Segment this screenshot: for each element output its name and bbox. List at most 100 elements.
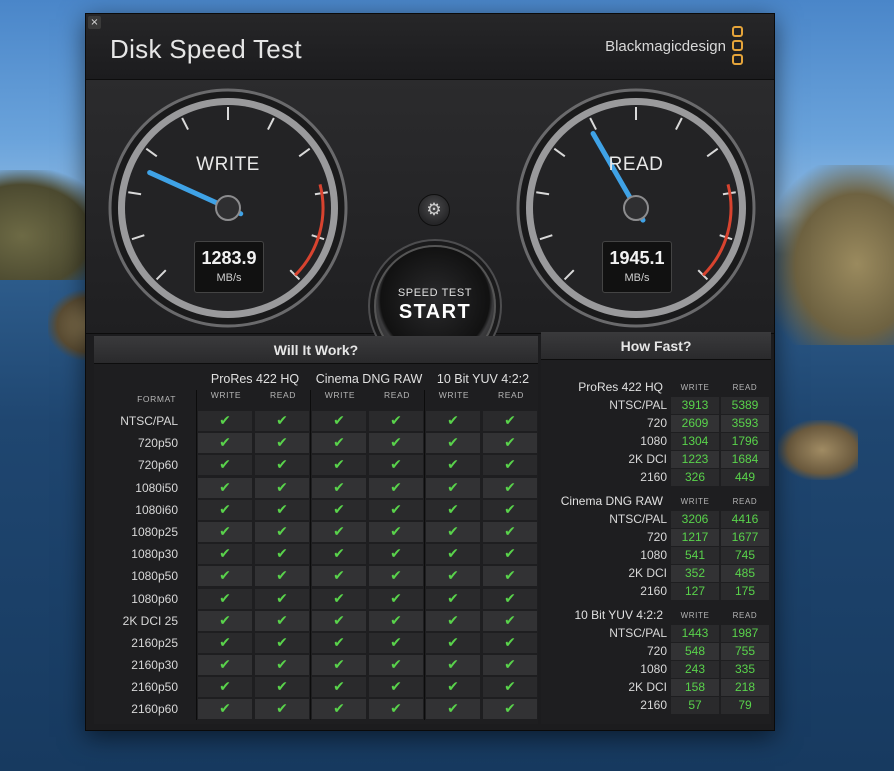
format-label: NTSC/PAL xyxy=(609,626,667,640)
check-icon: ✔ xyxy=(198,477,252,498)
check-icon: ✔ xyxy=(255,610,309,631)
check-icon: ✔ xyxy=(312,433,366,454)
write-fps-value: 158 xyxy=(671,679,719,696)
check-icon: ✔ xyxy=(198,433,252,454)
start-button-label: START xyxy=(398,301,472,323)
group-subheader-write: WRITE xyxy=(210,390,242,400)
how-fast-block-title: ProRes 422 HQ xyxy=(578,380,663,394)
format-label: 1080 xyxy=(640,662,667,676)
check-icon: ✔ xyxy=(426,677,480,698)
check-icon: ✔ xyxy=(312,411,366,431)
check-icon: ✔ xyxy=(312,499,366,520)
settings-button[interactable]: ⚙ xyxy=(418,194,450,226)
close-button[interactable]: × xyxy=(88,16,101,29)
check-icon: ✔ xyxy=(255,433,309,454)
write-gauge: WRITE 1283.9 MB/s xyxy=(108,88,348,328)
check-icon: ✔ xyxy=(255,455,309,476)
check-icon: ✔ xyxy=(255,544,309,565)
how-fast-block-title: 10 Bit YUV 4:2:2 xyxy=(574,608,664,622)
check-icon: ✔ xyxy=(255,655,309,676)
how-fast-col-header-write: WRITE xyxy=(680,611,710,620)
group-header-1: Cinema DNG RAW xyxy=(315,372,423,386)
format-label: NTSC/PAL xyxy=(609,398,667,412)
check-icon: ✔ xyxy=(426,566,480,587)
check-icon: ✔ xyxy=(255,677,309,698)
format-label: 2160 xyxy=(640,698,667,712)
check-icon: ✔ xyxy=(312,655,366,676)
table-row: 1080p60 ✔ ✔ ✔ ✔ ✔ ✔ xyxy=(94,588,538,610)
write-fps-value: 57 xyxy=(671,697,719,714)
check-icon: ✔ xyxy=(426,544,480,565)
will-it-work-panel: Will It Work? ProRes 422 HQ Cinema DNG RA… xyxy=(94,336,538,724)
check-icon: ✔ xyxy=(426,477,480,498)
check-icon: ✔ xyxy=(369,632,423,653)
check-icon: ✔ xyxy=(198,677,252,698)
read-fps-value: 79 xyxy=(721,697,769,714)
check-icon: ✔ xyxy=(198,521,252,542)
column-divider xyxy=(196,390,197,720)
read-fps-value: 335 xyxy=(721,661,769,678)
table-row: 2K DCI 158 218 xyxy=(541,678,771,696)
format-label: 1080i60 xyxy=(135,502,178,517)
how-fast-col-header-write: WRITE xyxy=(680,383,710,392)
format-label: 2160p60 xyxy=(131,702,178,717)
check-icon: ✔ xyxy=(255,566,309,587)
read-fps-value: 1677 xyxy=(721,529,769,546)
check-icon: ✔ xyxy=(198,699,252,720)
check-icon: ✔ xyxy=(483,455,537,476)
read-speed-value: 1945.1 xyxy=(609,248,665,268)
format-label: 720 xyxy=(646,530,667,544)
write-fps-value: 352 xyxy=(671,565,719,582)
write-fps-value: 2609 xyxy=(671,415,719,432)
check-icon: ✔ xyxy=(312,521,366,542)
table-row: 1080 1304 1796 xyxy=(541,432,771,450)
format-label: NTSC/PAL xyxy=(609,512,667,526)
check-icon: ✔ xyxy=(369,477,423,498)
check-icon: ✔ xyxy=(255,632,309,653)
will-it-work-rows: NTSC/PAL ✔ ✔ ✔ ✔ ✔ ✔ 720p50 ✔ ✔ ✔ ✔ ✔ ✔ 720p60 ✔ ✔ ✔ ✔ ✔ ✔ 10… xyxy=(94,410,538,721)
group-subheader-read: READ xyxy=(269,390,297,400)
check-icon: ✔ xyxy=(369,544,423,565)
table-row: 1080p30 ✔ ✔ ✔ ✔ ✔ ✔ xyxy=(94,543,538,565)
check-icon: ✔ xyxy=(483,477,537,498)
check-icon: ✔ xyxy=(312,455,366,476)
blackmagic-logo-icon xyxy=(732,26,744,68)
check-icon: ✔ xyxy=(369,588,423,609)
table-row: NTSC/PAL 1443 1987 xyxy=(541,624,771,642)
format-label: 2160p30 xyxy=(131,658,178,673)
read-fps-value: 4416 xyxy=(721,511,769,528)
write-fps-value: 3913 xyxy=(671,397,719,414)
check-icon: ✔ xyxy=(255,411,309,431)
check-icon: ✔ xyxy=(483,699,537,720)
read-fps-value: 449 xyxy=(721,469,769,486)
read-speed-readout: 1945.1 MB/s xyxy=(602,241,672,293)
table-row: 2K DCI 352 485 xyxy=(541,564,771,582)
format-label: 720 xyxy=(646,644,667,658)
check-icon: ✔ xyxy=(198,455,252,476)
format-label: 1080p50 xyxy=(131,569,178,584)
table-row: 1080i60 ✔ ✔ ✔ ✔ ✔ ✔ xyxy=(94,499,538,521)
write-fps-value: 1443 xyxy=(671,625,719,642)
table-row: 2K DCI 1223 1684 xyxy=(541,450,771,468)
check-icon: ✔ xyxy=(483,655,537,676)
check-icon: ✔ xyxy=(369,610,423,631)
group-header-2: 10 Bit YUV 4:2:2 xyxy=(436,372,530,386)
check-icon: ✔ xyxy=(369,677,423,698)
check-icon: ✔ xyxy=(483,610,537,631)
check-icon: ✔ xyxy=(198,655,252,676)
write-gauge-label: WRITE xyxy=(196,154,260,175)
read-speed-unit: MB/s xyxy=(624,272,650,284)
write-fps-value: 1223 xyxy=(671,451,719,468)
check-icon: ✔ xyxy=(426,521,480,542)
write-speed-readout: 1283.9 MB/s xyxy=(194,241,264,293)
table-row: 2160p30 ✔ ✔ ✔ ✔ ✔ ✔ xyxy=(94,654,538,676)
read-fps-value: 1684 xyxy=(721,451,769,468)
app-title: Disk Speed Test xyxy=(110,34,302,64)
format-label: 1080i50 xyxy=(135,480,178,495)
check-icon: ✔ xyxy=(426,499,480,520)
format-label: 1080p25 xyxy=(131,524,178,539)
write-fps-value: 1217 xyxy=(671,529,719,546)
check-icon: ✔ xyxy=(483,566,537,587)
desktop-rock-right xyxy=(778,420,858,480)
check-icon: ✔ xyxy=(426,433,480,454)
